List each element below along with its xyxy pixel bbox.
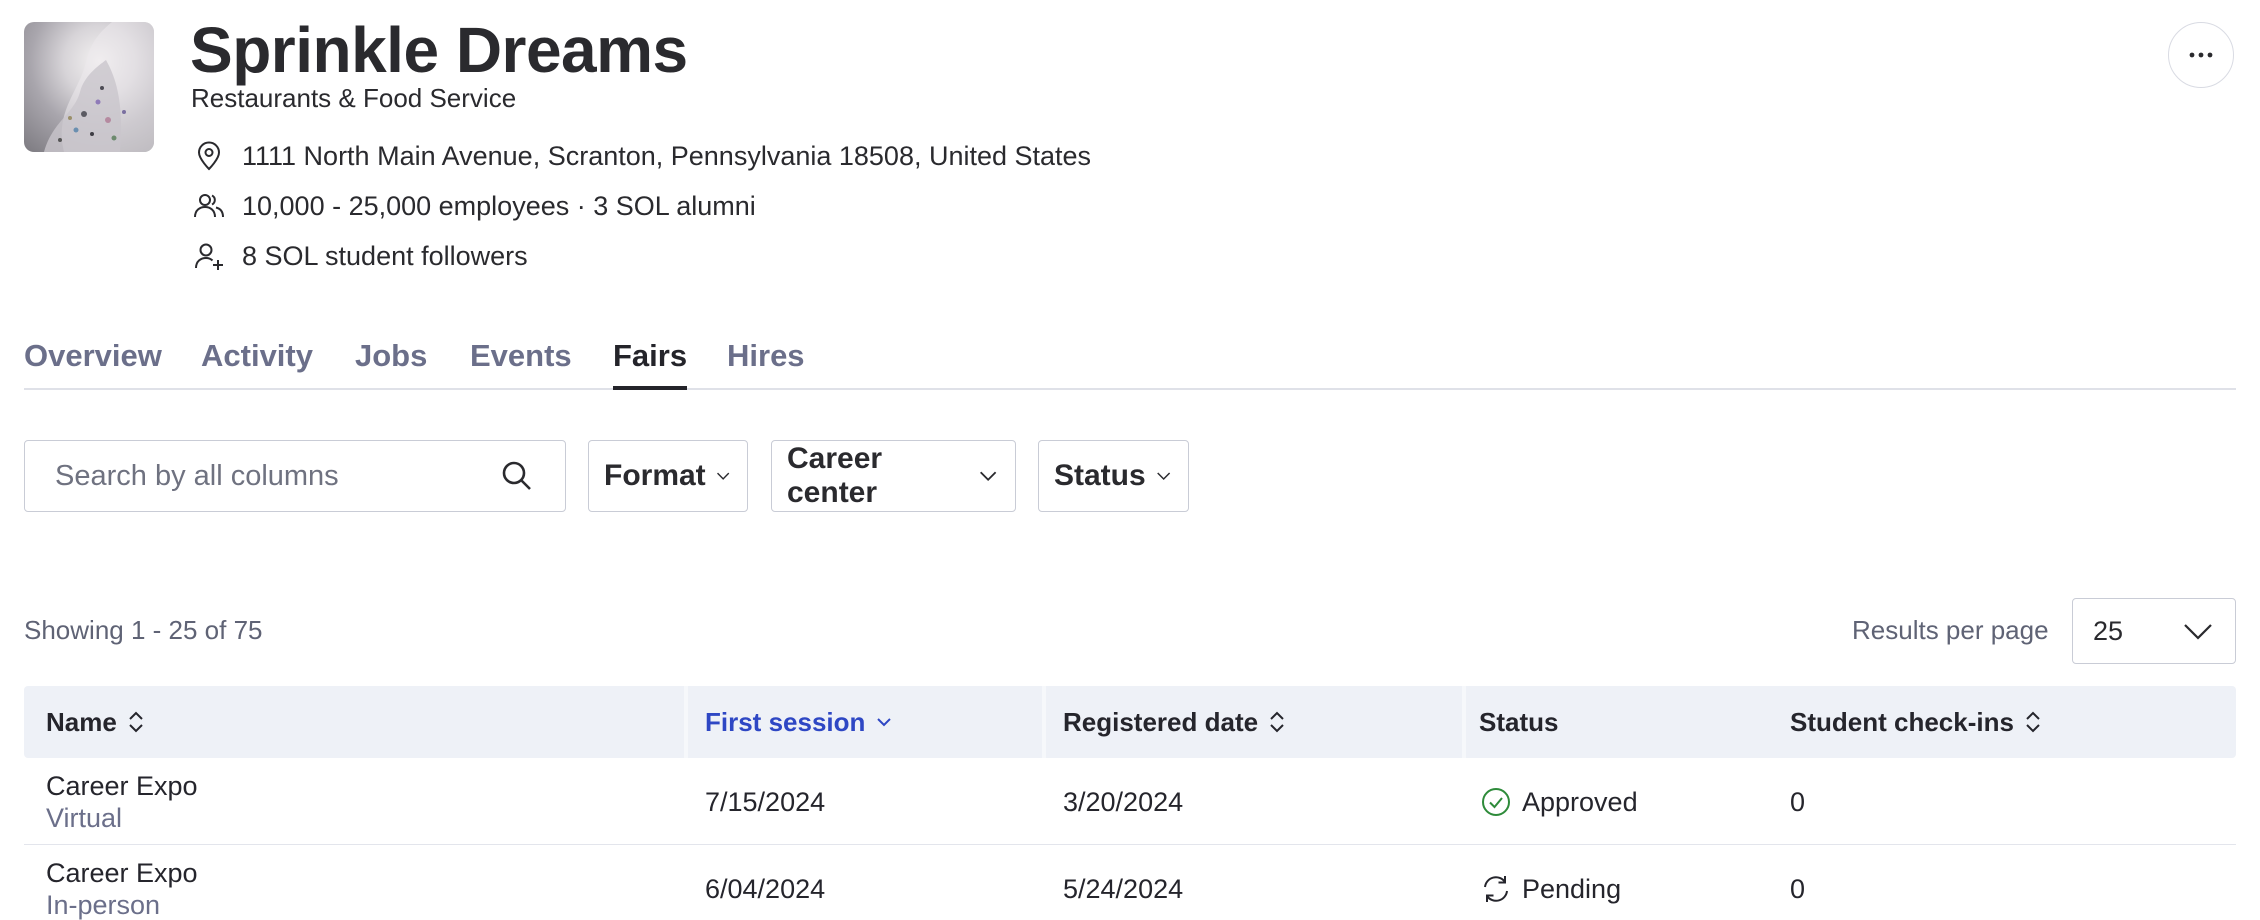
refresh-icon bbox=[1484, 876, 1508, 902]
company-followers: 8 SOL student followers bbox=[242, 240, 528, 271]
tab-overview[interactable]: Overview bbox=[24, 336, 162, 390]
fair-name[interactable]: Career Expo bbox=[46, 770, 198, 802]
search-input[interactable] bbox=[55, 459, 499, 493]
company-address: 1111 North Main Avenue, Scranton, Pennsy… bbox=[242, 140, 1092, 171]
status-badge: Approved bbox=[1480, 786, 1638, 818]
tab-fairs[interactable]: Fairs bbox=[613, 336, 688, 390]
column-header-label: Name bbox=[46, 706, 117, 737]
results-per-page-select[interactable]: 25 bbox=[2072, 598, 2236, 664]
status-text: Approved bbox=[1522, 787, 1638, 817]
column-header-student-check-ins[interactable]: Student check-ins bbox=[1790, 686, 2044, 758]
status-text: Pending bbox=[1522, 874, 1622, 904]
column-header-label: Status bbox=[1479, 706, 1559, 737]
more-options-button[interactable] bbox=[2168, 22, 2234, 88]
table-header: Name First session Registered date Statu… bbox=[24, 686, 2236, 758]
fair-format: In-person bbox=[46, 890, 161, 920]
tab-jobs[interactable]: Jobs bbox=[355, 336, 427, 390]
tab-events[interactable]: Events bbox=[470, 336, 572, 390]
column-header-label: Student check-ins bbox=[1790, 706, 2014, 737]
first-session-date: 7/15/2024 bbox=[705, 787, 826, 817]
sort-icon bbox=[129, 711, 143, 733]
status-filter-label: Status bbox=[1054, 459, 1146, 492]
location-pin-icon bbox=[192, 139, 226, 173]
registered-date: 3/20/2024 bbox=[1063, 787, 1184, 817]
company-tabs: Overview Activity Jobs Events Fairs Hire… bbox=[24, 328, 2236, 390]
chevron-down-icon bbox=[979, 471, 996, 482]
table-row[interactable]: Career Expo Virtual 7/15/2024 3/20/2024 … bbox=[24, 758, 2236, 845]
company-employees: 10,000 - 25,000 employees · 3 SOL alumni bbox=[242, 190, 756, 221]
career-center-filter-label: Career center bbox=[787, 442, 883, 509]
sort-icon bbox=[2026, 711, 2040, 733]
column-header-status: Status bbox=[1479, 686, 1558, 758]
column-header-label: Registered date bbox=[1063, 706, 1259, 737]
fair-name[interactable]: Career Expo bbox=[46, 857, 198, 889]
company-followers-row: 8 SOL student followers bbox=[192, 236, 528, 276]
status-badge: Pending bbox=[1480, 873, 1621, 905]
chevron-down-icon bbox=[1156, 472, 1170, 481]
company-employees-row: 10,000 - 25,000 employees · 3 SOL alumni bbox=[192, 186, 756, 226]
column-divider bbox=[1462, 686, 1466, 758]
tab-activity[interactable]: Activity bbox=[201, 336, 313, 390]
column-header-first-session[interactable]: First session bbox=[705, 686, 895, 758]
sort-descending-icon bbox=[877, 718, 892, 727]
student-check-ins: 0 bbox=[1790, 787, 1806, 817]
fair-format: Virtual bbox=[46, 803, 123, 833]
people-icon bbox=[192, 189, 226, 223]
results-count: Showing 1 - 25 of 75 bbox=[24, 615, 263, 645]
format-filter-dropdown[interactable]: Format bbox=[588, 440, 748, 512]
student-check-ins: 0 bbox=[1790, 874, 1806, 904]
person-add-icon bbox=[192, 239, 226, 273]
results-per-page-label: Results per page bbox=[1852, 615, 2049, 645]
first-session-date: 6/04/2024 bbox=[705, 874, 826, 904]
career-center-filter-dropdown[interactable]: Career center bbox=[771, 440, 1016, 512]
column-divider bbox=[684, 686, 688, 758]
table-row[interactable]: Career Expo In-person 6/04/2024 5/24/202… bbox=[24, 845, 2236, 920]
check-circle-icon bbox=[1482, 788, 1510, 816]
status-filter-dropdown[interactable]: Status bbox=[1038, 440, 1189, 512]
search-box bbox=[24, 440, 566, 512]
tab-hires[interactable]: Hires bbox=[727, 336, 805, 390]
sprinkle-meringue-image bbox=[44, 22, 154, 152]
chevron-down-icon bbox=[2184, 624, 2212, 640]
chevron-down-icon bbox=[716, 472, 729, 480]
company-industry: Restaurants & Food Service bbox=[191, 83, 517, 113]
column-divider bbox=[1042, 686, 1046, 758]
fairs-table: Name First session Registered date Statu… bbox=[24, 686, 2236, 920]
company-name: Sprinkle Dreams bbox=[190, 14, 688, 86]
company-logo bbox=[24, 22, 154, 152]
more-horizontal-icon bbox=[2189, 52, 2213, 58]
results-per-page-value: 25 bbox=[2093, 615, 2124, 646]
column-header-registered-date[interactable]: Registered date bbox=[1063, 686, 1288, 758]
format-filter-label: Format bbox=[604, 459, 706, 492]
sort-icon bbox=[1270, 711, 1284, 733]
registered-date: 5/24/2024 bbox=[1063, 874, 1184, 904]
search-icon[interactable] bbox=[499, 458, 535, 494]
column-header-name[interactable]: Name bbox=[46, 686, 147, 758]
column-header-label: First session bbox=[705, 706, 866, 737]
company-address-row: 1111 North Main Avenue, Scranton, Pennsy… bbox=[192, 136, 1091, 176]
